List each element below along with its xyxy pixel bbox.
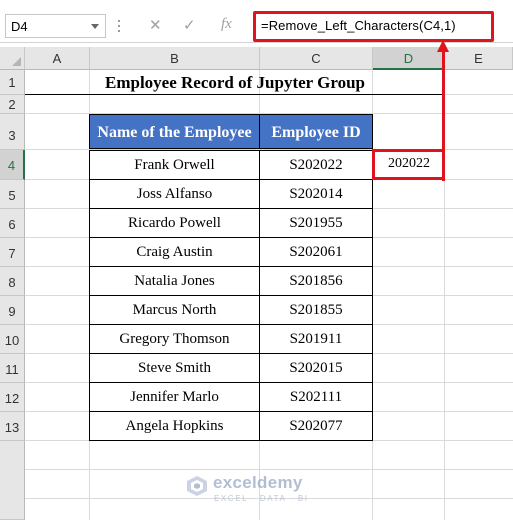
name-box-value: D4 xyxy=(11,19,28,34)
cell-name[interactable]: Frank Orwell xyxy=(89,150,260,180)
watermark-name: exceldemy xyxy=(213,473,303,492)
result-highlight-box xyxy=(372,149,445,180)
cell-id[interactable]: S201855 xyxy=(259,295,373,325)
row-header-8[interactable]: 8 xyxy=(0,267,25,296)
cell-id[interactable]: S201955 xyxy=(259,208,373,238)
arrow-head-icon xyxy=(437,40,449,52)
cell-name[interactable]: Joss Alfanso xyxy=(89,179,260,209)
row-header-1[interactable]: 1 xyxy=(0,70,25,95)
cell-id[interactable]: S202014 xyxy=(259,179,373,209)
watermark: exceldemy EXCEL · DATA · BI xyxy=(186,470,326,510)
column-header-d[interactable]: D xyxy=(373,47,445,70)
column-header-c[interactable]: C xyxy=(260,47,373,70)
cell-id[interactable]: S202015 xyxy=(259,353,373,383)
resize-handle-icon[interactable] xyxy=(117,20,121,34)
row-header-3[interactable]: 3 xyxy=(0,114,25,150)
insert-function-icon[interactable]: fx xyxy=(221,16,232,33)
column-header-e[interactable]: E xyxy=(445,47,513,70)
select-all-corner[interactable] xyxy=(0,47,25,70)
cell-name[interactable]: Angela Hopkins xyxy=(89,411,260,441)
cell-id[interactable]: S202061 xyxy=(259,237,373,267)
cell-name[interactable]: Marcus North xyxy=(89,295,260,325)
row-header-13[interactable]: 13 xyxy=(0,412,25,441)
row-header-6[interactable]: 6 xyxy=(0,209,25,238)
cell-name[interactable]: Jennifer Marlo xyxy=(89,382,260,412)
row-header-4[interactable]: 4 xyxy=(0,150,25,180)
column-header-b[interactable]: B xyxy=(90,47,260,70)
cell-name[interactable]: Ricardo Powell xyxy=(89,208,260,238)
header-employee-id[interactable]: Employee ID xyxy=(259,114,373,149)
enter-icon[interactable]: ✓ xyxy=(183,16,196,34)
formula-bar-buttons: ✕ ✓ fx xyxy=(137,14,245,38)
title-border xyxy=(25,94,445,95)
name-box[interactable]: D4 xyxy=(5,14,106,38)
row-header-12[interactable]: 12 xyxy=(0,383,25,412)
cell-id[interactable]: S201856 xyxy=(259,266,373,296)
row-header-10[interactable]: 10 xyxy=(0,325,25,354)
chevron-down-icon[interactable] xyxy=(91,24,99,29)
sheet-title[interactable]: Employee Record of Jupyter Group xyxy=(25,71,445,95)
row-header-5[interactable]: 5 xyxy=(0,180,25,209)
header-employee-name[interactable]: Name of the Employee xyxy=(89,114,260,149)
cell-name[interactable]: Natalia Jones xyxy=(89,266,260,296)
cell-id[interactable]: S202111 xyxy=(259,382,373,412)
formula-highlight-box xyxy=(253,11,494,42)
exceldemy-logo-icon xyxy=(187,476,207,496)
cell-id[interactable]: S202022 xyxy=(259,150,373,180)
row-header-blank xyxy=(0,441,25,520)
cell-id[interactable]: S201911 xyxy=(259,324,373,354)
cell-name[interactable]: Gregory Thomson xyxy=(89,324,260,354)
cell-name[interactable]: Craig Austin xyxy=(89,237,260,267)
row-header-9[interactable]: 9 xyxy=(0,296,25,325)
annotation-arrow xyxy=(442,50,445,181)
cell-id[interactable]: S202077 xyxy=(259,411,373,441)
cancel-icon[interactable]: ✕ xyxy=(149,16,162,34)
row-header-11[interactable]: 11 xyxy=(0,354,25,383)
column-header-a[interactable]: A xyxy=(25,47,90,70)
watermark-tagline: EXCEL · DATA · BI xyxy=(214,494,309,503)
row-header-2[interactable]: 2 xyxy=(0,95,25,114)
cell-name[interactable]: Steve Smith xyxy=(89,353,260,383)
row-header-7[interactable]: 7 xyxy=(0,238,25,267)
